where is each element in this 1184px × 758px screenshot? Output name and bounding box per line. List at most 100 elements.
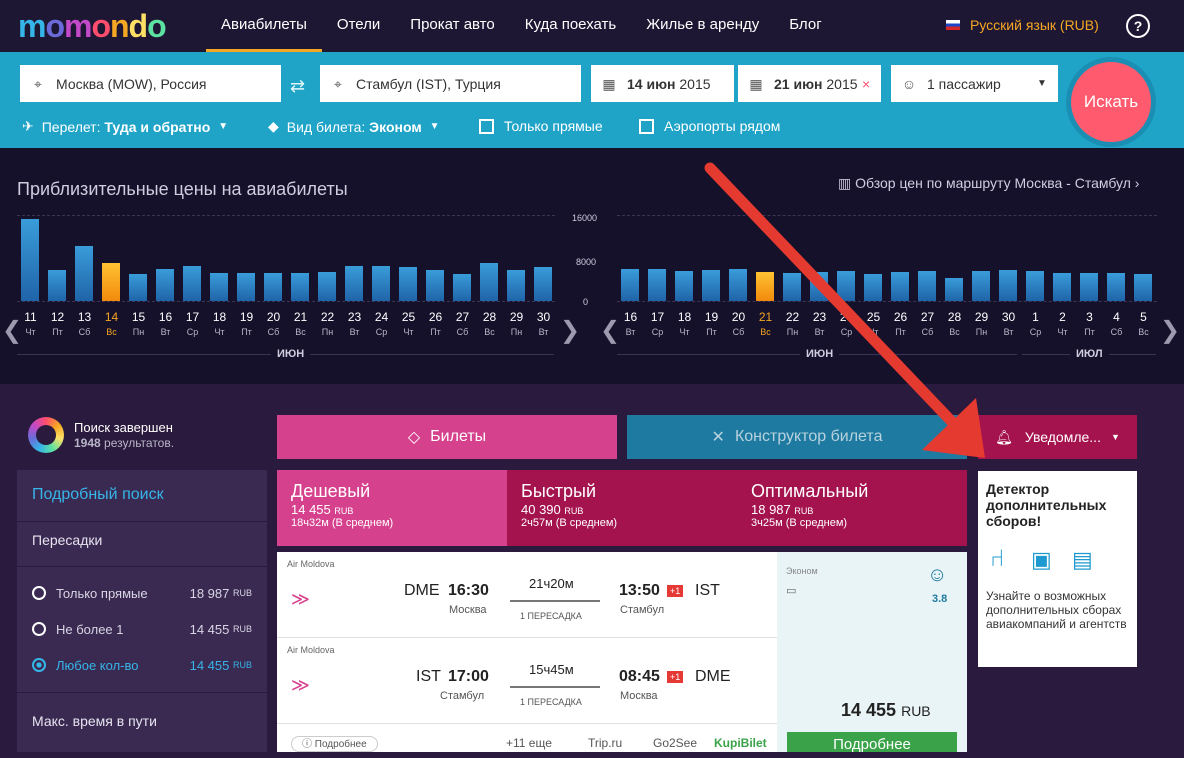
chevron-left-icon[interactable]: ❮ [2,316,22,345]
nav-hotels[interactable]: Отели [322,0,395,52]
nearby-airports-checkbox[interactable]: Аэропорты рядом [639,118,780,134]
day-label[interactable]: 21 [287,310,314,324]
price-bar-30[interactable] [999,270,1017,301]
day-label[interactable]: 28 [476,310,503,324]
view-deal-button[interactable]: Подробнее [787,732,957,753]
stops-option-any[interactable]: Любое кол-во 14 455 RUB [32,658,252,673]
price-bar-18[interactable] [675,270,693,301]
day-label[interactable]: 27 [449,310,476,324]
origin-input[interactable]: ⌖ Москва (MOW), Россия [20,65,281,102]
day-label[interactable]: 18 [671,310,698,324]
day-label[interactable]: 1 [1022,310,1049,324]
direct-only-checkbox[interactable]: Только прямые [479,118,603,134]
agent-name[interactable]: KupiBilet [714,736,767,750]
day-label[interactable]: 22 [314,310,341,324]
price-bar-24[interactable] [372,266,390,301]
price-bar-17[interactable] [648,269,666,301]
chevron-right-icon[interactable]: ❯ [1160,316,1180,345]
price-bar-27[interactable] [453,274,471,301]
day-label[interactable]: 26 [422,310,449,324]
day-label[interactable]: 30 [530,310,557,324]
price-bar-17[interactable] [183,266,201,301]
price-bar-28[interactable] [480,263,498,301]
price-bar-13[interactable] [75,246,93,301]
stops-option-one[interactable]: Не более 1 14 455 RUB [32,622,252,637]
nav-destinations[interactable]: Куда поехать [510,0,632,52]
day-label[interactable]: 12 [44,310,71,324]
price-bar-22[interactable] [318,271,336,301]
day-label[interactable]: 16 [152,310,179,324]
nav-flights[interactable]: Авиабилеты [206,0,322,52]
return-date-input[interactable]: ▦ 21 июн 2015 × [738,65,881,102]
nav-rentals[interactable]: Жилье в аренду [631,0,774,52]
day-label[interactable]: 17 [644,310,671,324]
nav-car-rental[interactable]: Прокат авто [395,0,509,52]
day-label[interactable]: 29 [503,310,530,324]
cabin-class-select[interactable]: ◆ Вид билета: Эконом ▼ [268,118,440,135]
price-bar-19[interactable] [237,273,255,301]
price-bar-12[interactable] [48,269,66,301]
swap-icon[interactable]: ⇄ [290,76,305,97]
weekday-label: Вт [625,327,636,337]
day-label[interactable]: 15 [125,310,152,324]
passengers-select[interactable]: ☺ 1 пассажир ▼ [891,65,1058,102]
price-bar-2[interactable] [1053,272,1071,301]
day-label[interactable]: 13 [71,310,98,324]
more-agents[interactable]: +11 еще [506,736,552,750]
day-label[interactable]: 24 [368,310,395,324]
day-label[interactable]: 16 [617,310,644,324]
day-label[interactable]: 2 [1049,310,1076,324]
day-label[interactable]: 20 [260,310,287,324]
price-bar-11[interactable] [21,219,39,301]
agent-name[interactable]: Go2See [653,736,697,750]
price-bar-18[interactable] [210,272,228,301]
momondo-logo[interactable]: momondo [18,8,167,45]
day-label[interactable]: 17 [179,310,206,324]
price-alert-button[interactable]: 🔔︎ Уведомле... ▼ [978,415,1137,459]
price-bar-21[interactable] [291,273,309,301]
destination-input[interactable]: ⌖ Стамбул (IST), Турция [320,65,581,102]
sort-cheapest[interactable]: Дешевый 14 455 RUB 18ч32м (В среднем) [277,470,507,546]
details-toggle[interactable]: ⓘ Подробнее [291,736,378,752]
day-label[interactable]: 18 [206,310,233,324]
day-label[interactable]: 5 [1130,310,1157,324]
chevron-left-icon[interactable]: ❮ [600,316,620,345]
flight-result-card[interactable]: Air Moldova ≫ DME 16:30 Москва 21ч20м 1 … [277,552,967,753]
nav-blog[interactable]: Блог [774,0,836,52]
day-label[interactable]: 3 [1076,310,1103,324]
stops-option-direct[interactable]: Только прямые 18 987 RUB [32,586,252,601]
price-bar-20[interactable] [264,272,282,301]
price-bar-4[interactable] [1107,273,1125,301]
baggage-icon: ▭ [786,585,797,597]
day-label[interactable]: 14 [98,310,125,324]
day-label[interactable]: 4 [1103,310,1130,324]
sort-optimal[interactable]: Оптимальный 18 987 RUB 3ч25м (В среднем) [737,470,967,546]
tab-tickets[interactable]: ◇ Билеты [277,415,617,459]
price-bar-5[interactable] [1134,274,1152,301]
price-bar-16[interactable] [621,269,639,301]
price-bar-14[interactable] [102,263,120,301]
price-bar-26[interactable] [426,270,444,301]
clear-date-icon[interactable]: × [862,76,870,92]
day-label[interactable]: 19 [233,310,260,324]
price-bar-23[interactable] [345,265,363,301]
chevron-right-icon[interactable]: ❯ [560,316,580,345]
price-bar-1[interactable] [1026,270,1044,301]
price-bar-15[interactable] [129,274,147,301]
help-icon[interactable]: ? [1126,14,1150,38]
agent-name[interactable]: Trip.ru [588,736,622,750]
search-button[interactable]: Искать [1066,57,1156,147]
filter-header[interactable]: Подробный поиск [32,486,164,504]
fee-detector-card[interactable]: Детектор дополнительных сборов! ⑁ ▣ ▤ Уз… [978,471,1137,667]
trip-type-select[interactable]: ✈ Перелет: Туда и обратно ▼ [22,118,228,135]
price-bar-25[interactable] [399,267,417,301]
language-selector[interactable]: Русский язык (RUB) [946,17,1099,33]
price-bar-30[interactable] [534,266,552,301]
day-label[interactable]: 23 [341,310,368,324]
sort-fastest[interactable]: Быстрый 40 390 RUB 2ч57м (В среднем) [507,470,737,546]
price-bar-3[interactable] [1080,272,1098,301]
depart-date-input[interactable]: ▦ 14 июн 2015 [591,65,734,102]
price-bar-16[interactable] [156,269,174,301]
price-bar-29[interactable] [507,269,525,301]
day-label[interactable]: 25 [395,310,422,324]
